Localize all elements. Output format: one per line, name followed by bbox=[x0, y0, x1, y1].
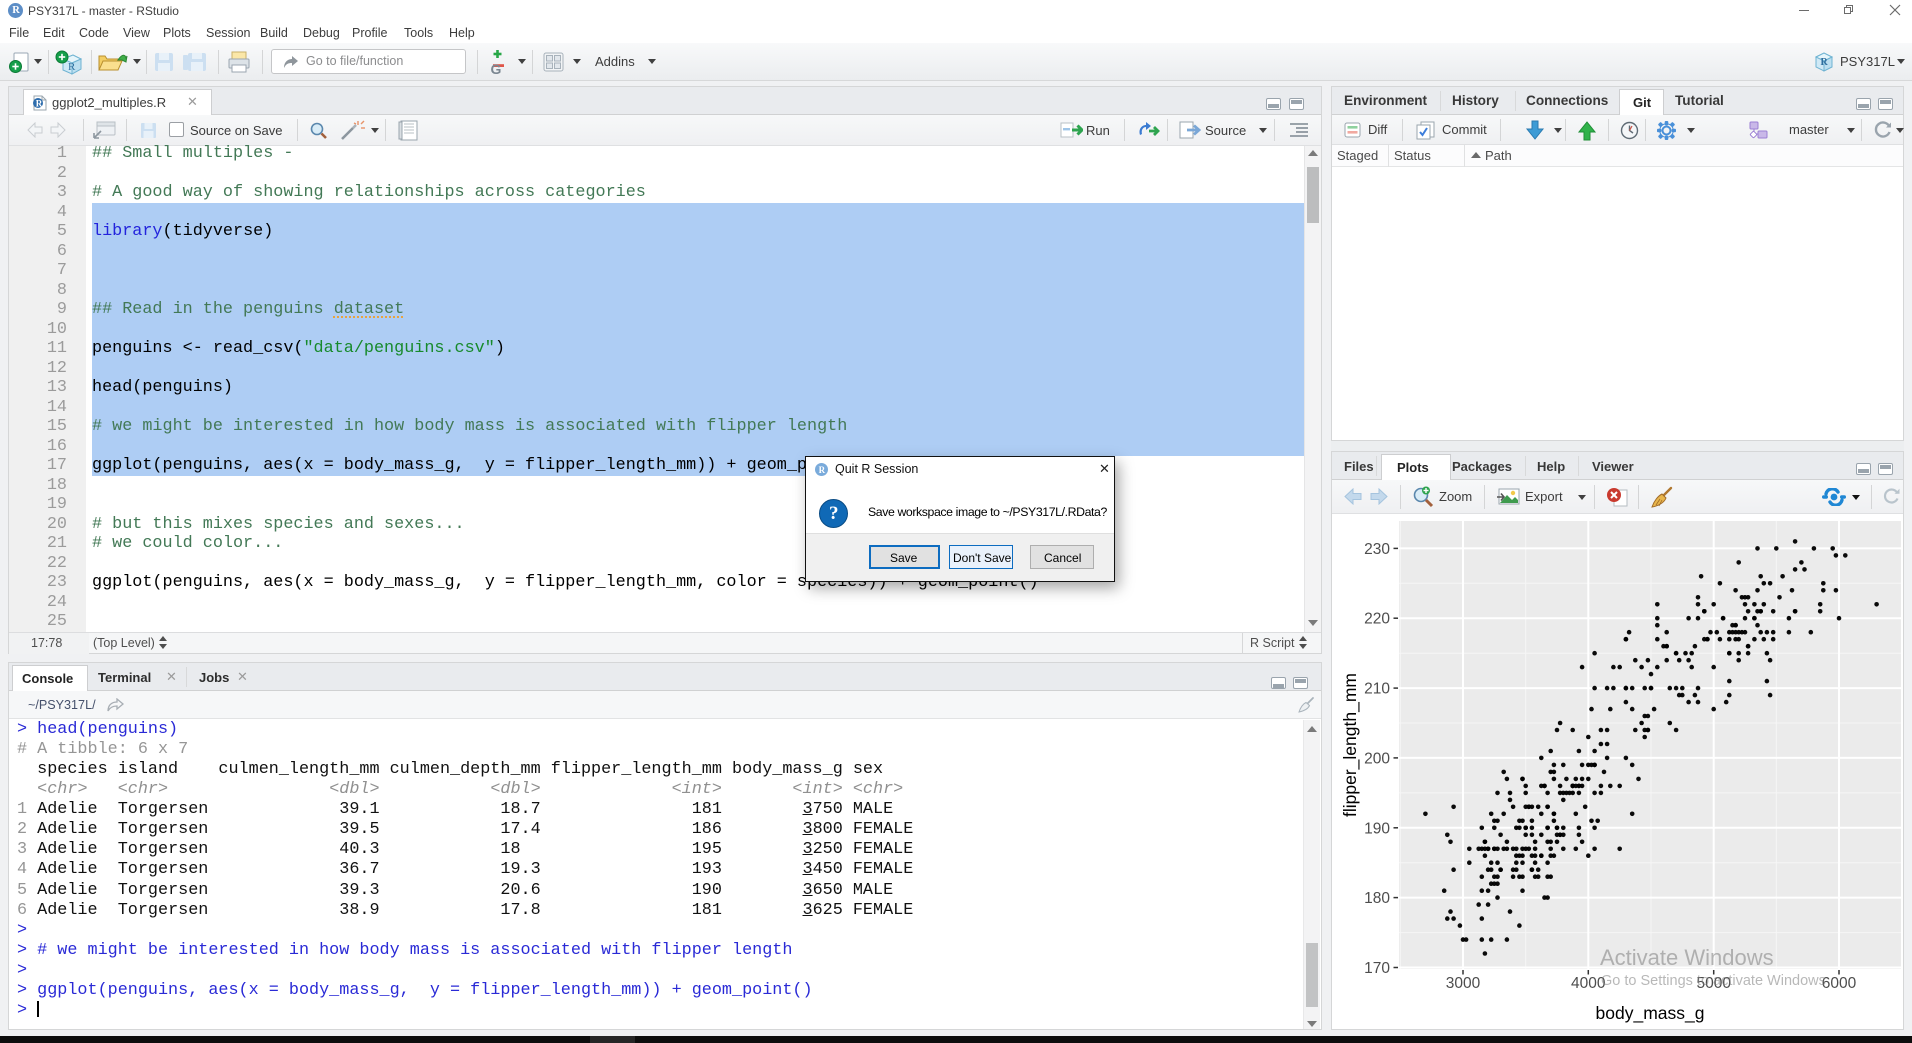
svg-text:3000: 3000 bbox=[1446, 975, 1481, 992]
svg-text:230: 230 bbox=[1364, 541, 1390, 558]
svg-text:Activate Windows: Activate Windows bbox=[1600, 945, 1774, 970]
svg-text:Go to Settings to activate Win: Go to Settings to activate Windows bbox=[1601, 973, 1826, 989]
svg-text:R: R bbox=[68, 61, 76, 73]
svg-text:210: 210 bbox=[1364, 681, 1390, 698]
svg-text:200: 200 bbox=[1364, 750, 1390, 767]
svg-text:R: R bbox=[1821, 57, 1829, 68]
svg-text:180: 180 bbox=[1364, 890, 1390, 907]
svg-text:220: 220 bbox=[1364, 611, 1390, 628]
svg-text:6000: 6000 bbox=[1822, 975, 1857, 992]
svg-text:R: R bbox=[36, 99, 43, 109]
svg-text:G: G bbox=[491, 61, 502, 75]
svg-text:flipper_length_mm: flipper_length_mm bbox=[1340, 673, 1361, 817]
svg-text:170: 170 bbox=[1364, 960, 1390, 977]
svg-text:body_mass_g: body_mass_g bbox=[1596, 1003, 1705, 1024]
svg-text:190: 190 bbox=[1364, 820, 1390, 837]
